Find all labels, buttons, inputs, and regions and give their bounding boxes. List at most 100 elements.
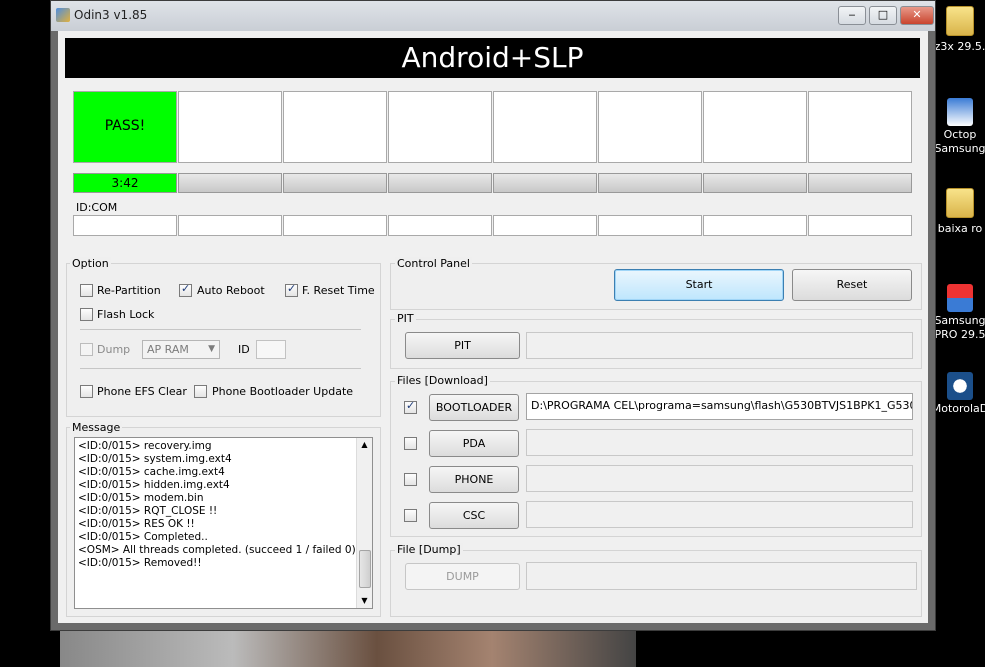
port-status-4: [388, 91, 492, 163]
desktop-icon-octoplus[interactable]: Octop Samsung: [930, 98, 985, 156]
csc-path-field[interactable]: [526, 501, 913, 528]
desktop-icon-baixa[interactable]: baixa ro: [930, 188, 985, 236]
desktop-icon-samsung-pro[interactable]: Samsung PRO 29.5: [930, 284, 985, 342]
dump-type-select[interactable]: AP RAM ▼: [142, 340, 220, 359]
pda-checkbox[interactable]: [404, 437, 417, 450]
dump-checkbox[interactable]: [80, 343, 93, 356]
dump-type-value: AP RAM: [147, 343, 189, 356]
port-status-1: PASS!: [73, 91, 177, 163]
folder-icon: [946, 6, 974, 36]
auto-reboot-label: Auto Reboot: [197, 284, 265, 297]
f-reset-time-checkbox[interactable]: [285, 282, 298, 297]
port-progress-1: 3:42: [73, 173, 177, 193]
desktop-icon-z3x[interactable]: z3x 29.5.: [930, 6, 985, 54]
port-status-8: [808, 91, 912, 163]
folder-icon: [946, 188, 974, 218]
csc-checkbox[interactable]: [404, 509, 417, 522]
re-partition-checkbox[interactable]: [80, 284, 93, 297]
com-port-6: [598, 215, 702, 236]
port-status-7: [703, 91, 807, 163]
message-log[interactable]: <ID:0/015> recovery.img <ID:0/015> system…: [74, 437, 373, 609]
com-port-7: [703, 215, 807, 236]
port-progress-3: [283, 173, 387, 193]
message-line: <ID:0/015> recovery.img: [78, 440, 212, 452]
chevron-down-icon: ▼: [208, 344, 215, 354]
com-port-3: [283, 215, 387, 236]
message-scrollbar[interactable]: ▲ ▼: [356, 438, 372, 608]
message-line: <ID:0/015> system.img.ext4: [78, 453, 232, 465]
port-progress-5: [493, 173, 597, 193]
port-status-6: [598, 91, 702, 163]
dump-id-label: ID: [238, 343, 250, 356]
port-progress-4: [388, 173, 492, 193]
dump-label: Dump: [97, 343, 131, 356]
com-port-2: [178, 215, 282, 236]
com-port-5: [493, 215, 597, 236]
phone-checkbox[interactable]: [404, 473, 417, 486]
octoplus-icon: [947, 98, 973, 126]
banner-title: Android+SLP: [65, 38, 920, 78]
desktop-icon-label: z3x 29.5.: [934, 40, 985, 53]
option-group-title: Option: [70, 257, 111, 270]
message-line: <ID:0/015> hidden.img.ext4: [78, 479, 230, 491]
background-photo: [60, 628, 636, 667]
files-group-title: Files [Download]: [395, 374, 490, 387]
auto-reboot-checkbox[interactable]: [179, 282, 192, 297]
desktop-icon-label: baixa ro: [937, 222, 983, 235]
message-line: <ID:0/015> Removed!!: [78, 557, 202, 569]
phone-path-field[interactable]: [526, 465, 913, 492]
dump-id-input[interactable]: [256, 340, 286, 359]
port-status-3: [283, 91, 387, 163]
message-line: <ID:0/015> RES OK !!: [78, 518, 195, 530]
samsung-tool-icon: [947, 284, 973, 312]
window-client: Android+SLP PASS! 3:42 ID:COM Option Re-…: [58, 31, 928, 623]
start-button[interactable]: Start: [614, 269, 784, 301]
message-line: <ID:0/015> Completed..: [78, 531, 208, 543]
idcom-label: ID:COM: [76, 201, 118, 214]
message-group-title: Message: [70, 421, 123, 434]
bootloader-path-field[interactable]: D:\PROGRAMA CEL\programa=samsung\flash\G…: [526, 393, 913, 420]
phone-button[interactable]: PHONE: [429, 466, 519, 493]
title-bar[interactable]: Odin3 v1.85 ‒ □ ✕: [51, 1, 935, 31]
bootloader-checkbox[interactable]: [404, 399, 417, 414]
phone-efs-clear-checkbox[interactable]: [80, 385, 93, 398]
reset-button[interactable]: Reset: [792, 269, 912, 301]
option-divider-2: [80, 368, 361, 369]
pit-file-field[interactable]: [526, 332, 913, 359]
csc-button[interactable]: CSC: [429, 502, 519, 529]
com-port-8: [808, 215, 912, 236]
pda-path-field[interactable]: [526, 429, 913, 456]
desktop-icon-label: Octop Samsung: [934, 128, 985, 155]
file-dump-title: File [Dump]: [395, 543, 463, 556]
motorola-icon: [947, 372, 973, 400]
scroll-thumb[interactable]: [359, 550, 371, 588]
desktop-icon-motorola[interactable]: MotorolaD: [930, 372, 985, 416]
window-title: Odin3 v1.85: [74, 8, 148, 22]
dump-button[interactable]: DUMP: [405, 563, 520, 590]
port-grid: PASS! 3:42: [73, 91, 913, 193]
com-port-4: [388, 215, 492, 236]
dump-file-field[interactable]: [526, 562, 917, 590]
desktop-icon-label: MotorolaD: [931, 402, 985, 415]
pit-group-title: PIT: [395, 312, 416, 325]
minimize-button[interactable]: ‒: [838, 6, 866, 25]
bootloader-button[interactable]: BOOTLOADER: [429, 394, 519, 421]
phone-bootloader-update-checkbox[interactable]: [194, 385, 207, 398]
message-line: <ID:0/015> RQT_CLOSE !!: [78, 505, 218, 517]
maximize-button[interactable]: □: [869, 6, 897, 25]
port-status-2: [178, 91, 282, 163]
port-status-label: PASS!: [104, 118, 146, 134]
pit-button[interactable]: PIT: [405, 332, 520, 359]
message-line: <ID:0/015> cache.img.ext4: [78, 466, 225, 478]
port-time: 3:42: [111, 176, 139, 190]
odin-app-icon: [56, 8, 70, 22]
port-progress-6: [598, 173, 702, 193]
f-reset-time-label: F. Reset Time: [302, 284, 375, 297]
scroll-down-icon[interactable]: ▼: [357, 594, 372, 608]
option-divider: [80, 329, 361, 330]
re-partition-label: Re-Partition: [97, 284, 161, 297]
pda-button[interactable]: PDA: [429, 430, 519, 457]
scroll-up-icon[interactable]: ▲: [357, 438, 372, 452]
flash-lock-checkbox[interactable]: [80, 308, 93, 321]
close-button[interactable]: ✕: [900, 6, 934, 25]
